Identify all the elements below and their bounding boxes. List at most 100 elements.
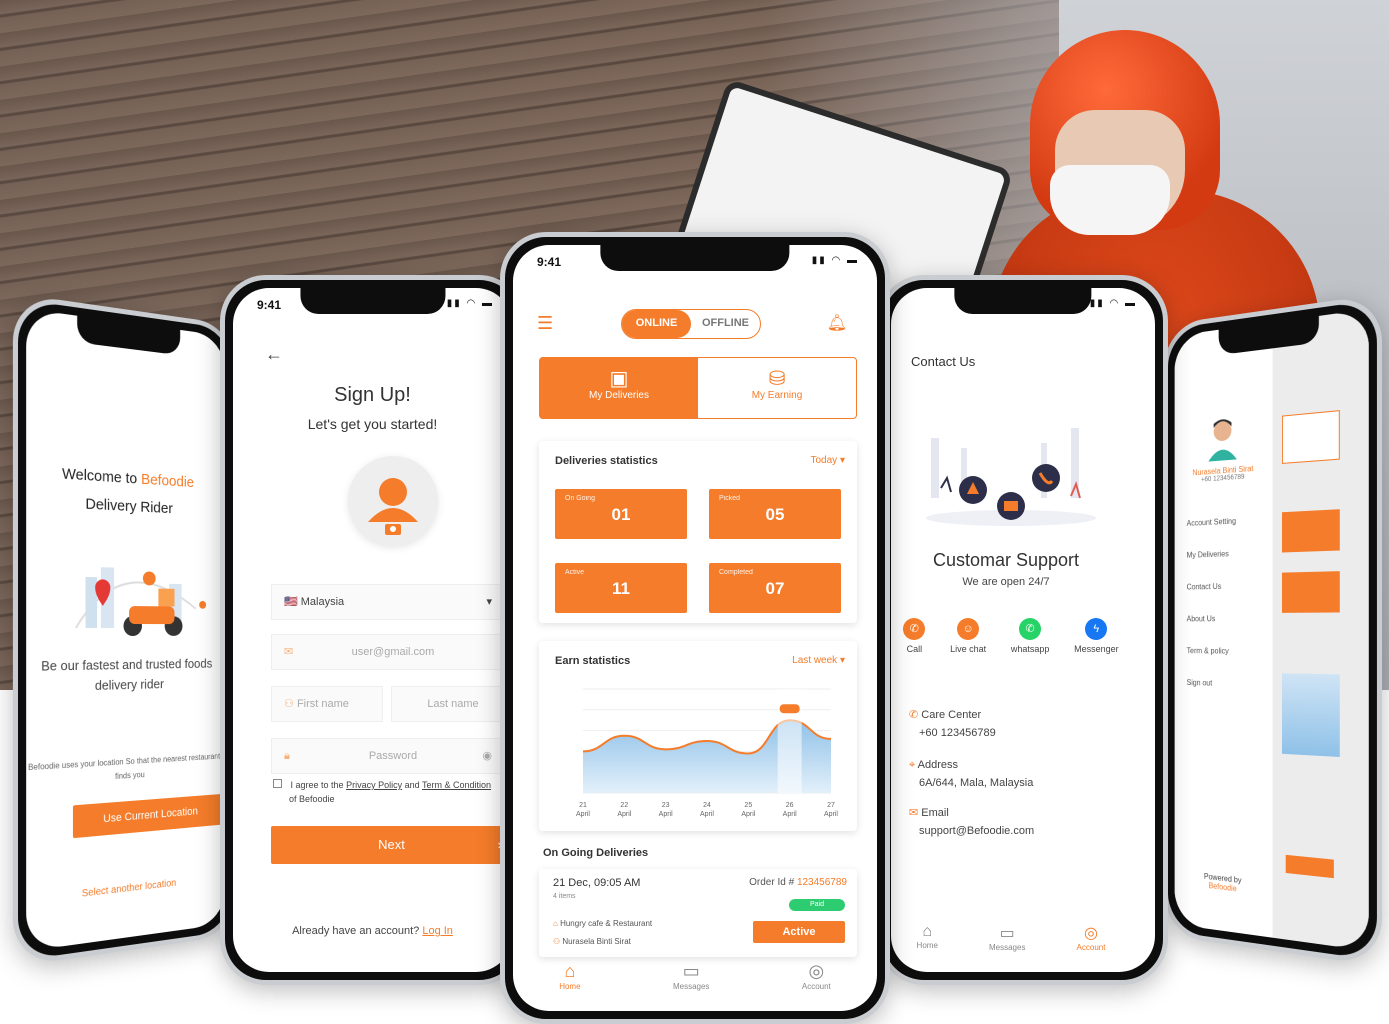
care-center-info: ✆ Care Center +60 123456789 [909,706,996,742]
contact-channels: ✆ Call ☺ Live chat ✆ whatsapp ϟ Messenger [891,618,1131,654]
nav-home[interactable]: ⌂ Home [559,960,580,991]
stat-picked[interactable]: Picked 05 [709,489,841,539]
x-tick-label-month: April [824,811,838,818]
earn-statistics-title: Earn statistics [555,655,631,667]
care-center-value[interactable]: +60 123456789 [919,727,996,739]
tab-my-earning-label: My Earning [751,390,803,401]
deliveries-filter-value: Today [810,455,838,466]
stat-label: Completed [719,569,753,576]
welcome-title: Welcome to Befoodie Delivery Rider [26,457,225,525]
order-card[interactable]: 21 Dec, 09:05 AM 4 items Order Id # 1234… [539,869,857,957]
chart-preview [1281,673,1340,757]
messages-icon: ▭ [682,961,700,981]
live-chat-button[interactable]: ☺ Live chat [950,618,986,654]
terms-agreement: I agree to the Privacy Policy and Term &… [273,778,512,806]
powered-by: Powered by Befoodie [1175,869,1273,898]
ongoing-deliveries-title: On Going Deliveries [543,847,649,859]
tab-my-earning[interactable]: ⛁ My Earning [698,358,856,418]
nav-home[interactable]: ⌂ Home [917,923,938,952]
address-value: 6A/644, Mala, Malaysia [919,777,1034,789]
deliveries-statistics-card: Deliveries statistics Today ▾ On Going 01… [539,441,857,623]
last-name-placeholder: Last name [427,698,479,710]
x-tick-label-month: April [617,811,631,818]
email-value[interactable]: support@Befoodie.com [919,825,1034,837]
country-select[interactable]: 🇺🇸 Malaysia ▾ [271,584,503,620]
account-icon: ◎ [1084,925,1098,942]
avatar-upload[interactable] [348,456,438,546]
care-center-label: Care Center [921,709,982,721]
welcome-prefix: Welcome to [62,465,138,488]
stat-active[interactable]: Active 11 [555,563,687,613]
terms-link[interactable]: Term & Condition [422,780,491,790]
chevron-down-icon: ▾ [839,455,845,466]
password-field[interactable]: 🔒︎ Password ◉ [271,738,503,774]
messages-icon: ▭ [999,925,1015,942]
earn-filter-dropdown[interactable]: Last week ▾ [792,655,845,666]
eye-icon[interactable]: ◉ [482,739,492,773]
paid-badge: Paid [789,899,845,911]
toggle-online[interactable]: ONLINE [622,310,691,338]
menu-item-contact-us[interactable]: Contact Us [1187,570,1236,603]
whatsapp-button[interactable]: ✆ whatsapp [1011,618,1049,654]
login-link[interactable]: Log In [422,925,453,937]
messenger-button[interactable]: ϟ Messenger [1074,618,1119,654]
drawer-screen: Nurasela Binti Sirat +60 123456789 Accou… [1174,309,1369,951]
active-button[interactable]: Active [753,921,845,943]
first-name-placeholder: First name [296,698,349,710]
nav-account[interactable]: ◎ Account [802,960,831,991]
privacy-policy-link[interactable]: Privacy Policy [346,780,402,790]
status-time: 9:41 [257,298,282,312]
nav-account[interactable]: ◎ Account [1077,923,1106,952]
use-current-location-button[interactable]: Use Current Location [72,793,225,839]
first-name-field[interactable]: ⚇ First name [271,686,383,722]
next-button[interactable]: Next › [271,826,512,864]
nav-home-label: Home [559,982,581,991]
select-another-location-link[interactable]: Select another location [26,872,225,906]
stat-label: On Going [565,495,595,502]
call-button[interactable]: ✆ Call [903,618,926,654]
stat-preview [1281,509,1340,553]
deliveries-filter-dropdown[interactable]: Today ▾ [811,455,846,466]
status-icons: ▮▮ ◠ ▬ [811,255,859,266]
phone-signup: 9:41 ▮▮ ◠ ▬ ← Sign Up! Let's get you sta… [220,275,525,985]
x-tick-label: 27 [827,802,835,809]
stat-on-going[interactable]: On Going 01 [555,489,687,539]
stat-value: 01 [611,505,631,524]
email-field[interactable]: ✉ user@gmail.com [271,634,503,670]
messenger-label: Messenger [1074,644,1119,654]
page-title: Contact Us [911,354,976,369]
earn-filter-value: Last week [792,655,838,666]
stat-value: 07 [765,579,785,598]
customer-name: Nurasela Binti Sirat [562,937,631,946]
x-tick-label: 26 [786,802,794,809]
hamburger-menu-icon[interactable]: ☰ [537,313,553,334]
delivery-box-icon: ▣ [609,368,629,390]
agree-suffix: of Befoodie [289,794,335,804]
menu-item-my-deliveries[interactable]: My Deliveries [1187,537,1236,571]
and-text: and [404,780,420,790]
back-arrow-icon[interactable]: ← [265,344,283,365]
agree-checkbox[interactable] [273,779,282,788]
email-placeholder: user@gmail.com [351,646,435,658]
rider-mask-image [1050,165,1170,235]
menu-item-account-setting[interactable]: Account Setting [1187,505,1236,540]
welcome-tagline: Be our fastest and trusted foods deliver… [41,656,213,693]
agree-text: I agree to the [290,780,344,790]
last-name-field[interactable]: Last name [391,686,503,722]
toggle-offline[interactable]: OFFLINE [691,310,760,338]
menu-item-sign-out[interactable]: Sign out [1187,667,1236,700]
bell-icon[interactable]: 🔔︎ [827,313,847,333]
nav-account-label: Account [1076,943,1106,952]
flag-icon: 🇺🇸 [284,596,298,608]
tab-my-deliveries[interactable]: ▣ My Deliveries [540,358,698,418]
stat-completed[interactable]: Completed 07 [709,563,841,613]
address-info: ⌖ Address 6A/644, Mala, Malaysia [909,756,1033,792]
order-id-label: Order Id # [749,877,795,888]
bottom-nav: ⌂ Home ▭ Messages ◎ Account [891,923,1131,952]
menu-item-term-policy[interactable]: Term & policy [1187,635,1236,668]
menu-item-about-us[interactable]: About Us [1187,602,1236,635]
online-offline-toggle[interactable]: ONLINE OFFLINE [621,309,761,339]
nav-messages[interactable]: ▭ Messages [989,923,1025,952]
order-items-count: 4 items [553,893,576,900]
nav-messages[interactable]: ▭ Messages [673,960,709,991]
